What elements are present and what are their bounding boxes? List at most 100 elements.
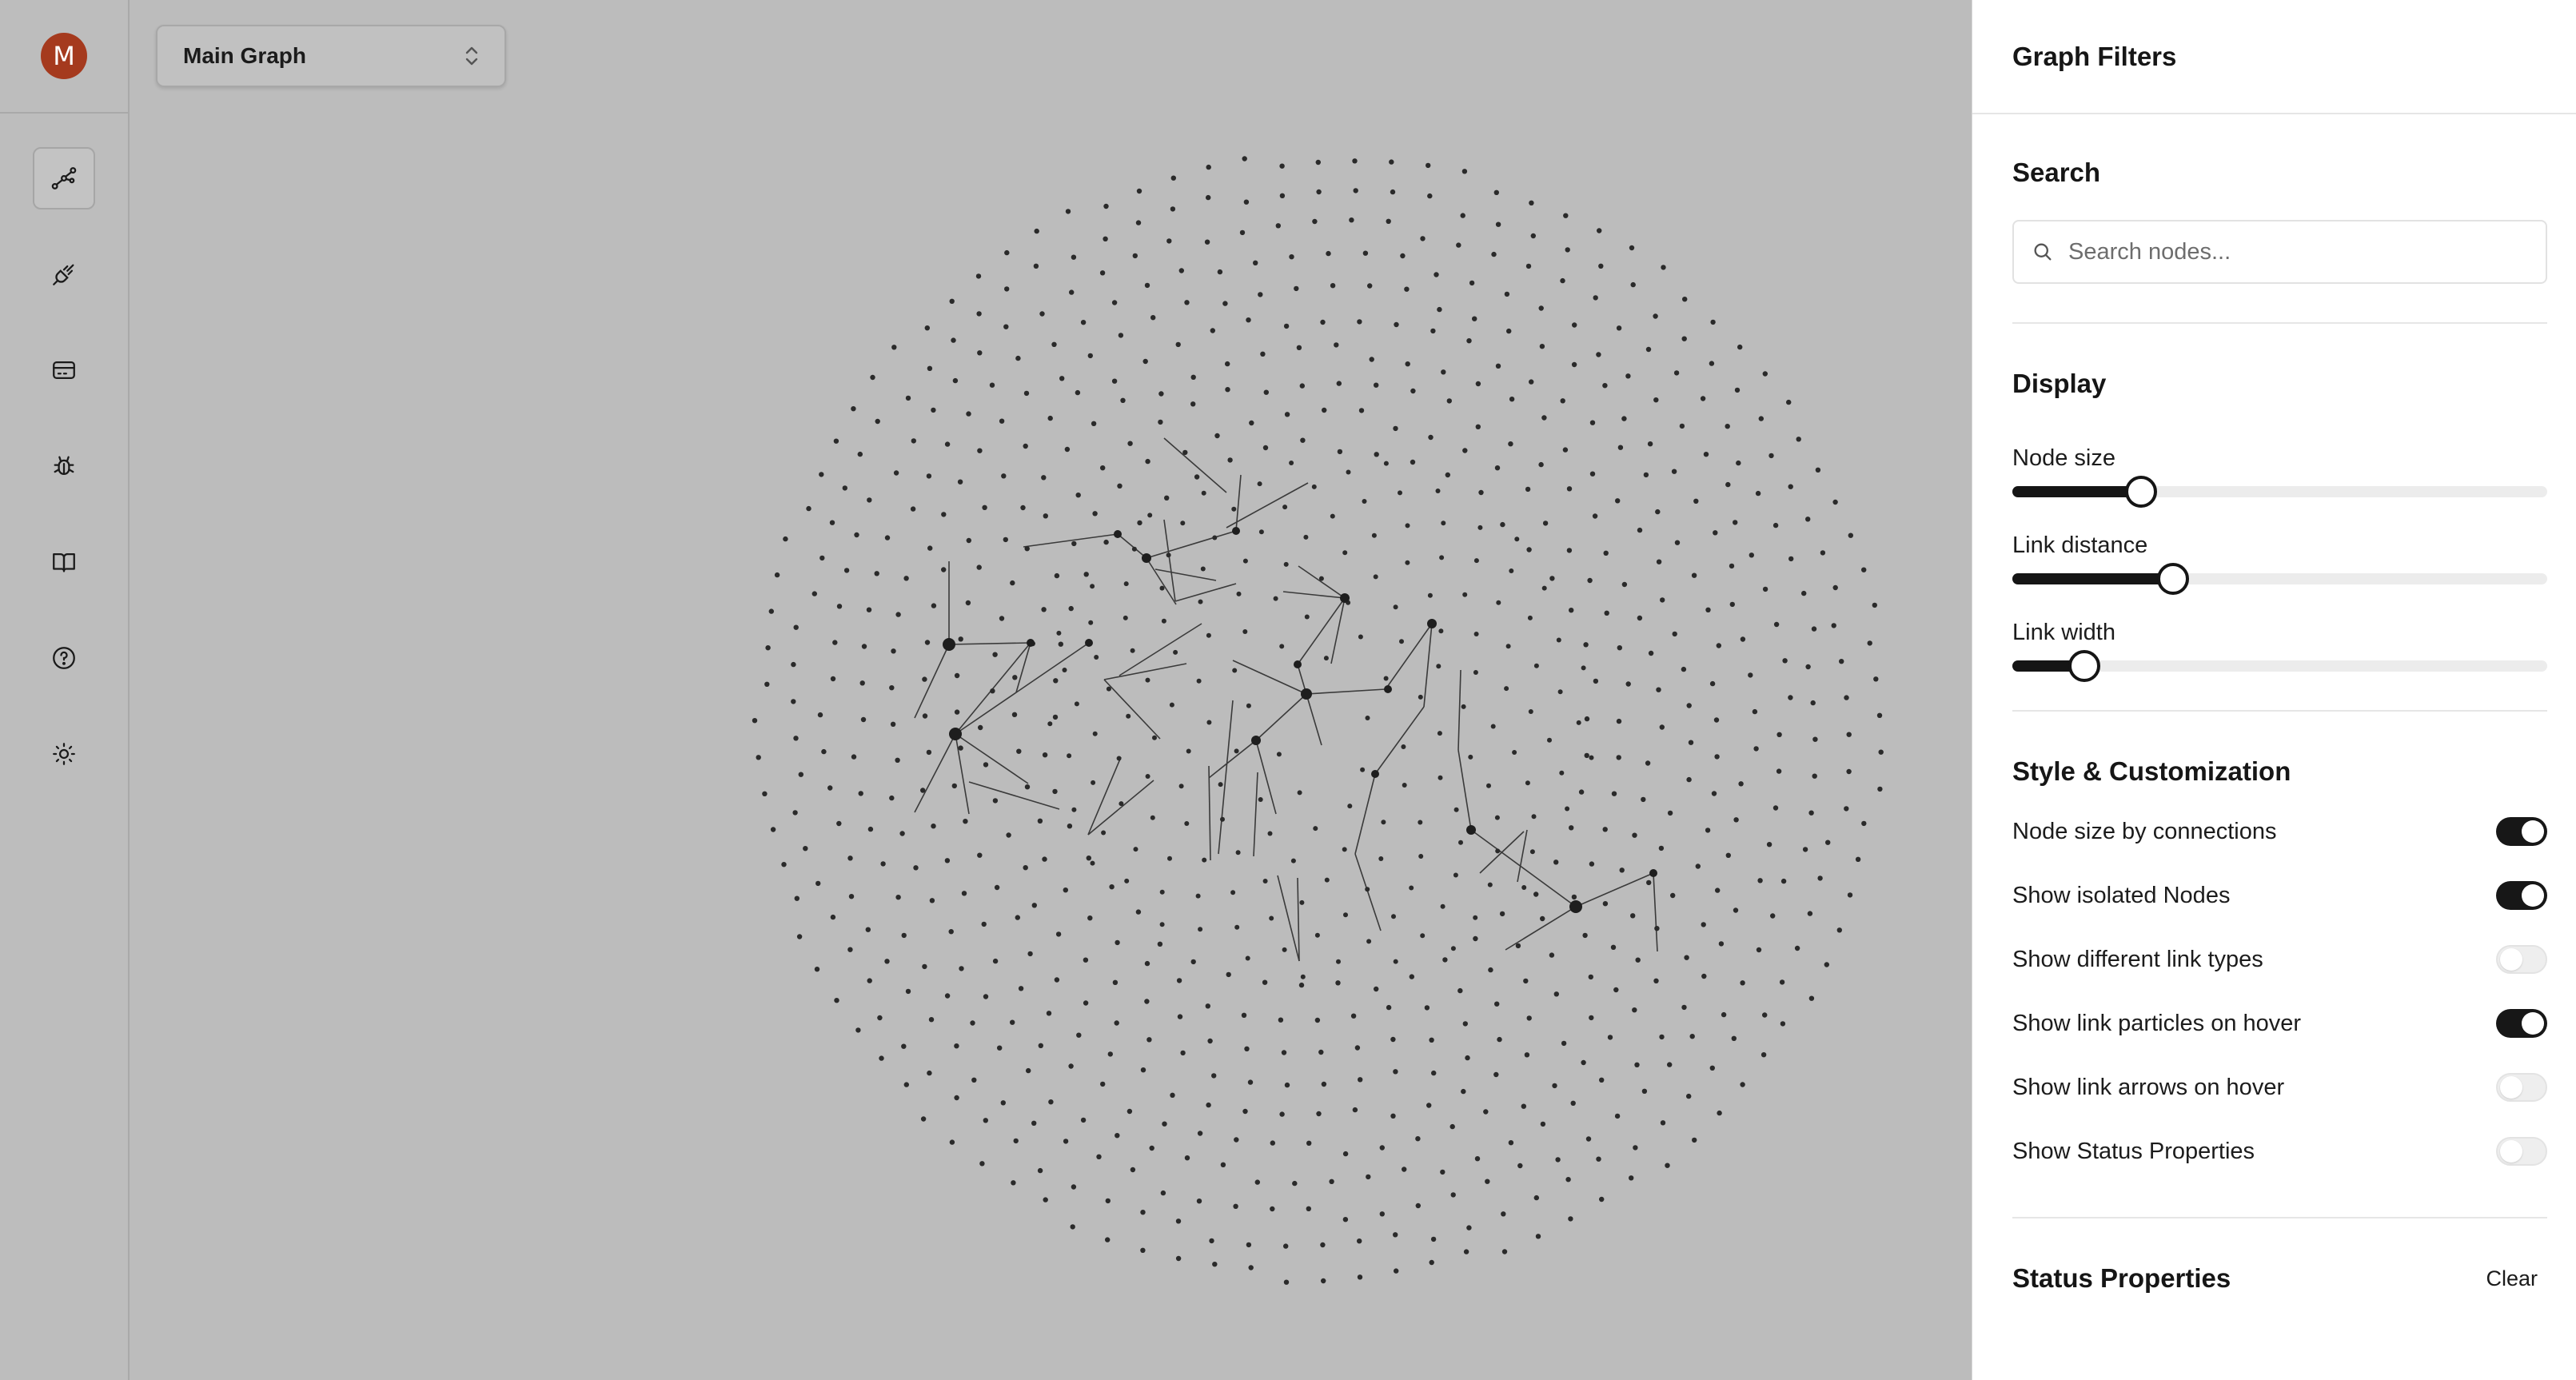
- slider-thumb[interactable]: [2156, 563, 2189, 595]
- graph-node[interactable]: [1588, 974, 1594, 980]
- graph-node[interactable]: [1584, 752, 1589, 759]
- graph-node[interactable]: [1495, 363, 1501, 369]
- graph-node[interactable]: [1539, 344, 1545, 349]
- graph-node[interactable]: [1486, 783, 1491, 788]
- graph-node[interactable]: [1525, 263, 1532, 269]
- graph-node[interactable]: [1314, 1017, 1321, 1023]
- graph-node[interactable]: [1071, 254, 1077, 260]
- graph-node[interactable]: [1556, 637, 1561, 643]
- graph-node[interactable]: [959, 966, 964, 971]
- graph-node[interactable]: [1656, 559, 1662, 564]
- graph-node[interactable]: [1643, 472, 1649, 478]
- graph-node[interactable]: [1807, 911, 1813, 916]
- graph-node[interactable]: [1043, 513, 1049, 519]
- graph-node[interactable]: [1111, 378, 1118, 384]
- graph-node[interactable]: [1485, 1179, 1490, 1184]
- graph-node[interactable]: [1584, 716, 1590, 722]
- graph-node[interactable]: [1725, 852, 1731, 859]
- graph-node[interactable]: [1450, 946, 1456, 951]
- graph-node[interactable]: [791, 699, 796, 704]
- graph-node[interactable]: [1010, 580, 1015, 586]
- graph-node[interactable]: [1245, 955, 1250, 961]
- graph-node[interactable]: [1249, 420, 1254, 426]
- graph-node[interactable]: [1508, 1140, 1514, 1146]
- graph-node[interactable]: [1379, 1211, 1386, 1217]
- graph-node[interactable]: [1533, 891, 1539, 897]
- graph-node[interactable]: [1190, 401, 1196, 407]
- graph-node[interactable]: [1209, 1238, 1214, 1244]
- graph-node[interactable]: [1769, 453, 1774, 459]
- graph-node[interactable]: [1109, 884, 1115, 890]
- graph-node[interactable]: [1802, 847, 1808, 852]
- graph-node[interactable]: [1562, 447, 1569, 453]
- graph-node[interactable]: [941, 567, 947, 572]
- graph-node[interactable]: [1525, 486, 1531, 493]
- graph-node[interactable]: [1805, 517, 1811, 522]
- graph-node[interactable]: [1465, 1055, 1470, 1061]
- graph-node[interactable]: [1873, 676, 1879, 682]
- graph-node[interactable]: [1686, 703, 1692, 708]
- graph-node[interactable]: [1596, 1156, 1601, 1162]
- graph-node[interactable]: [1776, 768, 1782, 774]
- graph-node[interactable]: [1709, 361, 1715, 366]
- graph-node[interactable]: [1410, 459, 1416, 465]
- graph-node[interactable]: [1540, 915, 1545, 922]
- graph-node[interactable]: [1569, 608, 1574, 613]
- graph-node[interactable]: [1003, 324, 1009, 329]
- graph-node[interactable]: [1525, 780, 1530, 786]
- graph-node[interactable]: [1711, 791, 1717, 796]
- graph-node[interactable]: [1202, 857, 1207, 863]
- graph-node[interactable]: [1342, 847, 1347, 852]
- graph-node[interactable]: [1033, 263, 1039, 269]
- graph-node[interactable]: [1633, 1145, 1638, 1151]
- graph-node[interactable]: [1232, 668, 1238, 673]
- theme-toggle-button[interactable]: [33, 723, 95, 785]
- graph-node[interactable]: [1625, 681, 1631, 687]
- graph-node[interactable]: [1383, 676, 1389, 681]
- graph-node[interactable]: [1162, 1121, 1167, 1127]
- graph-node[interactable]: [1611, 791, 1617, 796]
- graph-node[interactable]: [1572, 322, 1577, 328]
- graph-node[interactable]: [1321, 1278, 1326, 1284]
- graph-node[interactable]: [1283, 1279, 1290, 1285]
- graph-node[interactable]: [1587, 577, 1593, 584]
- graph-hub-node[interactable]: [1114, 530, 1122, 538]
- graph-node[interactable]: [1431, 1070, 1437, 1076]
- graph-node[interactable]: [1311, 484, 1317, 489]
- graph-node[interactable]: [1487, 882, 1493, 887]
- graph-node[interactable]: [829, 520, 835, 525]
- graph-node[interactable]: [1047, 721, 1053, 727]
- graph-node[interactable]: [794, 895, 800, 901]
- graph-node[interactable]: [1614, 1113, 1621, 1119]
- graph-node[interactable]: [830, 914, 836, 920]
- graph-node[interactable]: [1506, 328, 1512, 334]
- graph-node[interactable]: [992, 652, 998, 657]
- graph-node[interactable]: [1270, 1206, 1275, 1212]
- graph-node[interactable]: [1528, 709, 1533, 714]
- graph-node[interactable]: [1046, 1011, 1052, 1016]
- graph-node[interactable]: [1011, 1180, 1016, 1186]
- graph-node[interactable]: [1825, 840, 1831, 845]
- graph-node[interactable]: [1083, 572, 1089, 577]
- graph-node[interactable]: [1603, 550, 1609, 556]
- graph-hub-node[interactable]: [1649, 869, 1657, 877]
- graph-node[interactable]: [793, 736, 799, 741]
- billing-nav-button[interactable]: [33, 339, 95, 401]
- graph-node[interactable]: [817, 712, 823, 718]
- graph-node[interactable]: [1578, 789, 1585, 795]
- graph-node[interactable]: [1589, 861, 1595, 867]
- graph-node[interactable]: [1654, 926, 1660, 931]
- graph-node[interactable]: [1705, 828, 1711, 833]
- graph-node[interactable]: [821, 748, 827, 755]
- graph-node[interactable]: [1681, 666, 1687, 672]
- graph-node[interactable]: [941, 512, 947, 517]
- graph-node[interactable]: [1159, 922, 1165, 927]
- graph-node[interactable]: [1175, 1218, 1182, 1224]
- graph-node[interactable]: [1145, 458, 1150, 465]
- toggle-switch[interactable]: [2496, 1009, 2547, 1038]
- graph-node[interactable]: [1504, 291, 1510, 297]
- graph-node[interactable]: [1262, 979, 1268, 985]
- graph-node[interactable]: [1469, 280, 1475, 286]
- graph-node[interactable]: [867, 978, 872, 983]
- graph-node[interactable]: [1015, 355, 1021, 361]
